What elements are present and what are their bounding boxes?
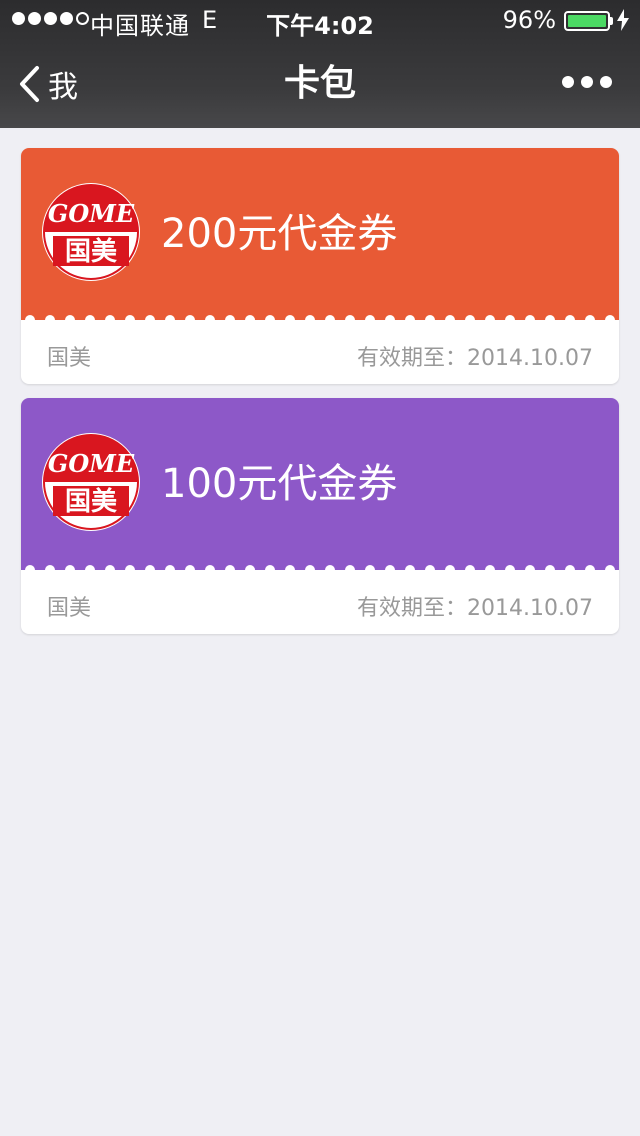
more-icon-dot <box>562 76 574 88</box>
battery-icon <box>564 11 610 31</box>
coupon-title: 200元代金券 <box>161 211 398 257</box>
more-icon-dot <box>600 76 612 88</box>
coupon-card[interactable]: GOME 国美 200元代金券 国美 有效期至：2014.10.07 <box>21 148 619 384</box>
svg-text:GOME: GOME <box>48 199 135 228</box>
coupon-title: 100元代金券 <box>161 461 398 507</box>
scalloped-edge <box>21 312 619 328</box>
battery-cap <box>610 17 613 25</box>
more-icon-dot <box>581 76 593 88</box>
gome-logo: GOME 国美 <box>42 433 140 531</box>
status-bar: 中国联通 E 下午4:02 96% <box>0 0 640 40</box>
gome-logo: GOME 国美 <box>42 183 140 281</box>
scalloped-edge <box>21 562 619 578</box>
svg-text:国美: 国美 <box>65 236 117 267</box>
expiry-date: 有效期至：2014.10.07 <box>357 596 593 621</box>
more-options-button[interactable] <box>562 76 612 88</box>
page-title: 卡包 <box>283 63 356 104</box>
battery-percentage: 96% <box>502 6 556 34</box>
svg-text:国美: 国美 <box>65 486 117 517</box>
expiry-date: 有效期至：2014.10.07 <box>357 346 593 371</box>
charging-icon <box>617 9 629 31</box>
merchant-name: 国美 <box>47 596 92 621</box>
svg-text:GOME: GOME <box>48 449 135 478</box>
coupon-card[interactable]: GOME 国美 100元代金券 国美 有效期至：2014.10.07 <box>21 398 619 634</box>
merchant-name: 国美 <box>47 346 92 371</box>
navigation-header: 中国联通 E 下午4:02 96% 我 卡包 <box>0 0 640 128</box>
